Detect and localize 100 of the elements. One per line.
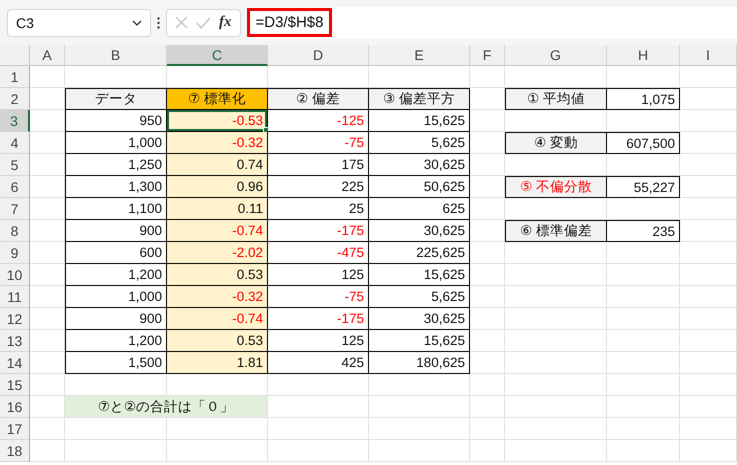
empty-cell[interactable] (268, 440, 369, 462)
formula-field[interactable]: =D3/$H$8 (246, 6, 737, 38)
row-header[interactable]: 11 (0, 286, 30, 308)
empty-cell[interactable] (607, 440, 680, 462)
column-header[interactable]: A (30, 45, 65, 66)
empty-cell[interactable] (607, 308, 680, 330)
row-header[interactable]: 15 (0, 374, 30, 396)
select-all-corner[interactable] (0, 45, 30, 66)
empty-cell[interactable] (268, 418, 369, 440)
table-cell: 225 (268, 176, 369, 198)
table-cell: -2.02 (167, 242, 268, 264)
empty-cell[interactable] (470, 396, 505, 418)
table-cell: 900 (65, 308, 167, 330)
check-icon[interactable] (196, 16, 211, 28)
empty-cell[interactable] (680, 352, 737, 374)
row-header[interactable]: 12 (0, 308, 30, 330)
empty-cell[interactable] (65, 440, 167, 462)
row-header[interactable]: 10 (0, 264, 30, 286)
note-text: ⑦と②の合計は「０」 (65, 396, 268, 418)
row-header[interactable]: 3 (0, 110, 30, 132)
empty-cell[interactable] (607, 418, 680, 440)
empty-cell[interactable] (680, 308, 737, 330)
row-header[interactable]: 5 (0, 154, 30, 176)
empty-cell[interactable] (470, 66, 505, 88)
table-cell: -0.32 (167, 286, 268, 308)
empty-cell[interactable] (369, 418, 470, 440)
empty-cell[interactable] (505, 440, 607, 462)
empty-cell[interactable] (470, 418, 505, 440)
empty-cell[interactable] (607, 374, 680, 396)
empty-cell[interactable] (505, 352, 607, 374)
table-cell: 15,625 (369, 330, 470, 352)
cancel-icon[interactable] (175, 16, 188, 29)
empty-cell[interactable] (505, 308, 607, 330)
empty-cell[interactable] (680, 66, 737, 88)
empty-cell[interactable] (680, 396, 737, 418)
table-cell: 0.11 (167, 198, 268, 220)
table-cell: -0.74 (167, 308, 268, 330)
empty-cell[interactable] (607, 330, 680, 352)
row-header[interactable]: 17 (0, 418, 30, 440)
row-header[interactable]: 9 (0, 242, 30, 264)
column-header[interactable]: B (65, 45, 167, 66)
column-header[interactable]: F (470, 45, 505, 66)
empty-cell[interactable] (607, 286, 680, 308)
empty-cell[interactable] (607, 396, 680, 418)
table-cell: 1,000 (65, 132, 167, 154)
empty-cell[interactable] (505, 330, 607, 352)
row-header[interactable]: 2 (0, 88, 30, 110)
more-icon[interactable] (157, 16, 160, 28)
empty-cell[interactable] (505, 418, 607, 440)
empty-cell[interactable] (680, 198, 737, 220)
empty-cell[interactable] (680, 418, 737, 440)
row-header[interactable]: 8 (0, 220, 30, 242)
column-heading: データ (65, 88, 167, 110)
row-header[interactable]: 14 (0, 352, 30, 374)
row-header[interactable]: 18 (0, 440, 30, 462)
name-box[interactable]: C3 (7, 8, 151, 36)
empty-cell[interactable] (680, 264, 737, 286)
empty-cell[interactable] (680, 330, 737, 352)
empty-cell[interactable] (680, 286, 737, 308)
empty-cell[interactable] (680, 440, 737, 462)
column-header[interactable]: H (607, 45, 680, 66)
selected-cell[interactable]: -0.53 (167, 110, 268, 132)
empty-cell[interactable] (505, 374, 607, 396)
table-cell: 600 (65, 242, 167, 264)
empty-cell[interactable] (680, 242, 737, 264)
table-cell: -75 (268, 286, 369, 308)
table-cell: -125 (268, 110, 369, 132)
empty-cell[interactable] (505, 396, 607, 418)
table-cell: 900 (65, 220, 167, 242)
empty-cell[interactable] (505, 286, 607, 308)
column-header[interactable]: E (369, 45, 470, 66)
row-header[interactable]: 1 (0, 66, 30, 88)
row-header[interactable]: 13 (0, 330, 30, 352)
insert-function-button[interactable]: fx (219, 14, 232, 31)
table-cell: 1.81 (167, 352, 268, 374)
column-header[interactable]: G (505, 45, 607, 66)
row-header[interactable]: 16 (0, 396, 30, 418)
empty-cell[interactable] (680, 154, 737, 176)
empty-cell[interactable] (470, 374, 505, 396)
column-header[interactable]: C (167, 45, 268, 66)
row-header[interactable]: 4 (0, 132, 30, 154)
row-header[interactable]: 7 (0, 198, 30, 220)
table-cell: 180,625 (369, 352, 470, 374)
empty-cell[interactable] (680, 110, 737, 132)
empty-cell[interactable] (680, 374, 737, 396)
empty-cell[interactable] (369, 440, 470, 462)
table-cell: 125 (268, 264, 369, 286)
column-header[interactable]: D (268, 45, 369, 66)
empty-cell[interactable] (167, 440, 268, 462)
row-header[interactable]: 6 (0, 176, 30, 198)
table-cell: 5,625 (369, 132, 470, 154)
table-cell: 1,300 (65, 176, 167, 198)
empty-cell[interactable] (470, 440, 505, 462)
summary-label: ④ 変動 (505, 132, 607, 154)
empty-cell[interactable] (369, 396, 470, 418)
empty-cell[interactable] (607, 352, 680, 374)
table-cell: 125 (268, 330, 369, 352)
empty-cell[interactable] (505, 264, 607, 286)
column-header[interactable]: I (680, 45, 737, 66)
empty-cell[interactable] (607, 264, 680, 286)
